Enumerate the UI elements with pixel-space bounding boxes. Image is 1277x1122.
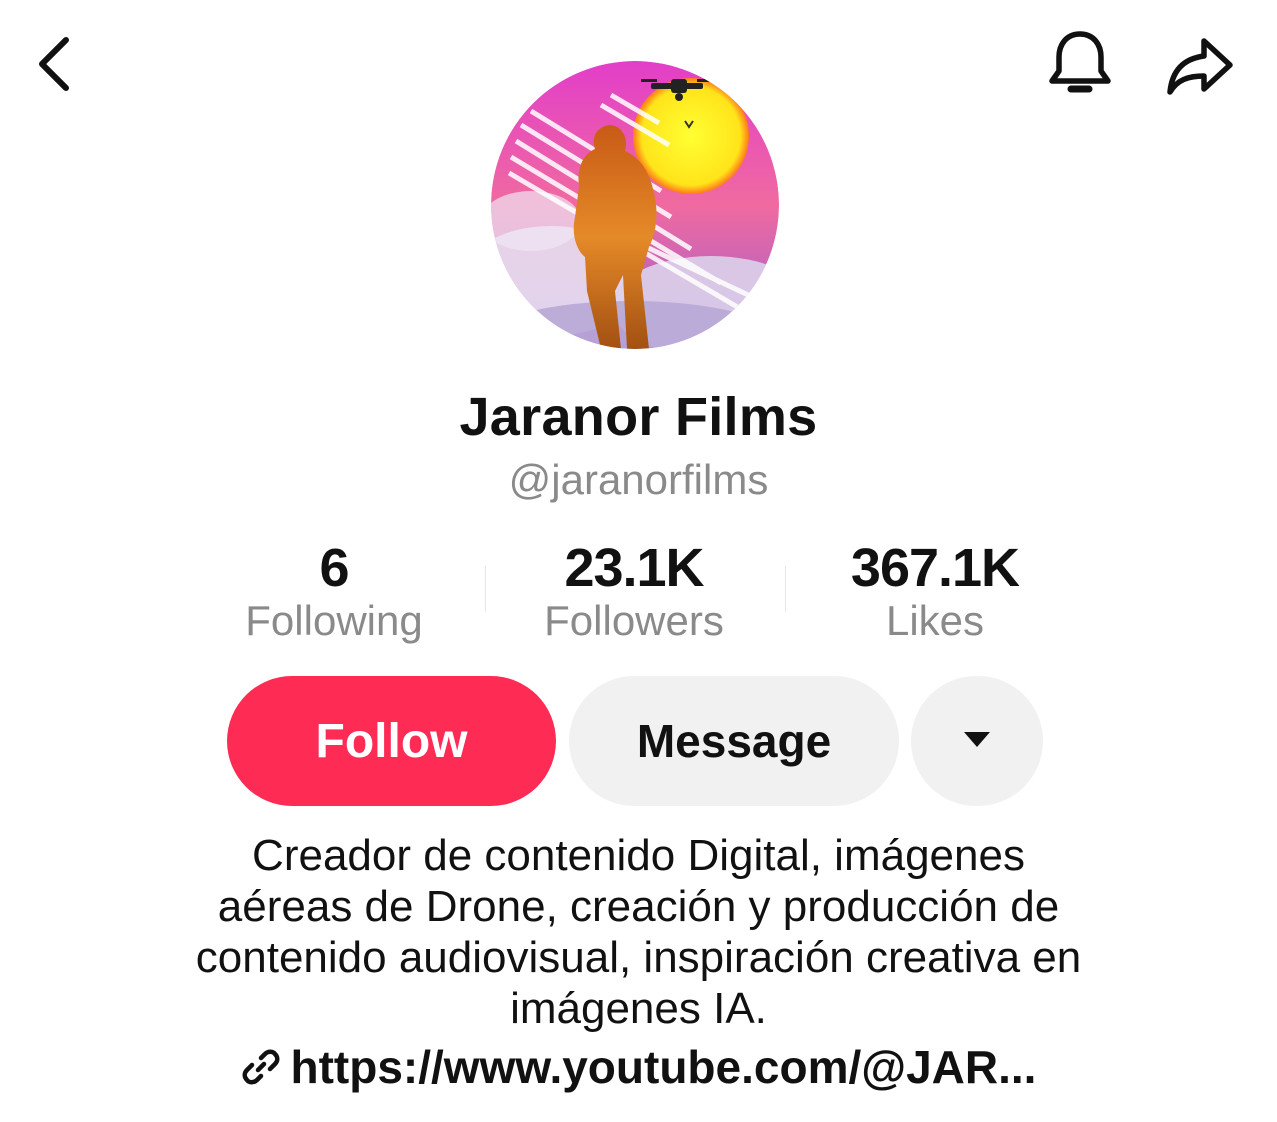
stat-followers-value: 23.1K (564, 538, 704, 598)
bio-line: imágenes IA. (510, 984, 767, 1033)
bell-icon (1047, 29, 1113, 104)
chevron-left-icon (34, 34, 74, 99)
stat-divider (785, 566, 786, 612)
stat-followers[interactable]: 23.1K Followers (504, 538, 764, 646)
bio-line: aéreas de Drone, creación y producción d… (217, 882, 1060, 931)
stat-following-label: Following (245, 597, 423, 644)
profile-bio: Creador de contenido Digital, imágenes a… (100, 830, 1177, 1034)
back-button[interactable] (22, 30, 86, 102)
stat-likes-label: Likes (885, 597, 985, 644)
profile-avatar[interactable] (491, 61, 779, 349)
profile-link[interactable]: https://www.youtube.com/@JAR... (0, 1040, 1277, 1094)
link-icon (241, 1047, 281, 1087)
share-arrow-icon (1164, 35, 1236, 102)
profile-display-name: Jaranor Films (459, 387, 818, 447)
stat-following-value: 6 (319, 538, 349, 598)
stat-divider (485, 566, 486, 612)
message-button[interactable]: Message (569, 676, 899, 806)
caret-down-icon (962, 729, 992, 754)
bio-line: Creador de contenido Digital, imágenes (252, 831, 1025, 880)
stat-likes[interactable]: 367.1K Likes (805, 538, 1065, 646)
profile-username: @jaranorfilms (508, 456, 769, 503)
notification-button[interactable] (1040, 26, 1120, 106)
profile-link-text: https://www.youtube.com/@JAR... (290, 1041, 1037, 1093)
stat-followers-label: Followers (544, 597, 724, 644)
share-button[interactable] (1158, 32, 1242, 104)
stat-likes-value: 367.1K (850, 538, 1020, 598)
stat-following[interactable]: 6 Following (204, 538, 464, 646)
more-options-button[interactable] (911, 676, 1043, 806)
bio-line: contenido audiovisual, inspiración creat… (195, 933, 1082, 982)
follow-button[interactable]: Follow (227, 676, 556, 806)
